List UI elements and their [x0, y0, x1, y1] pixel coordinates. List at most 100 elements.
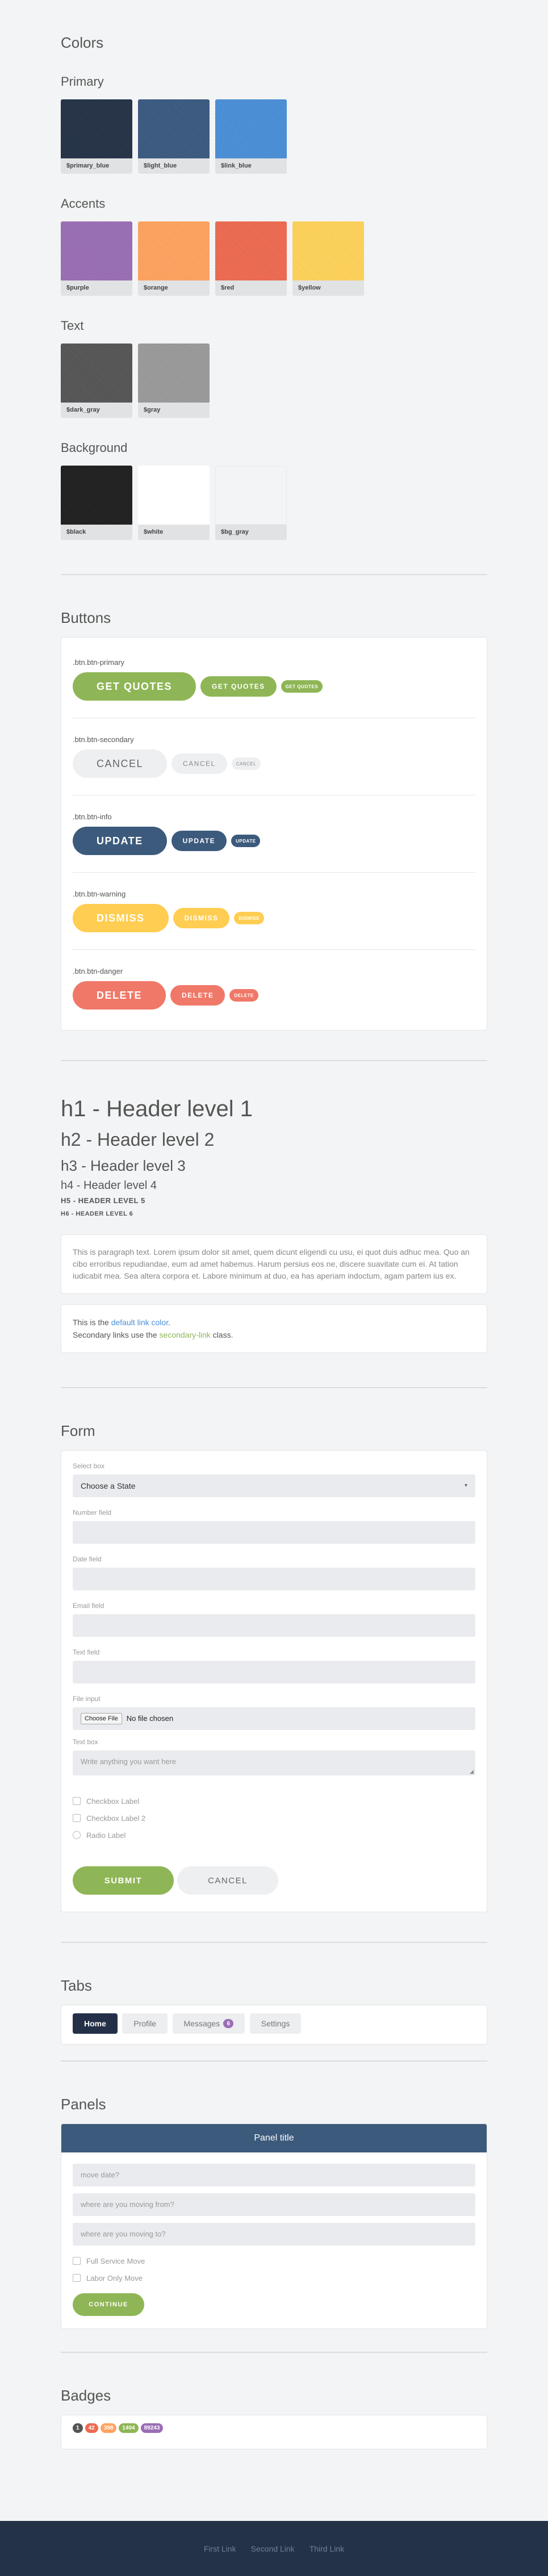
radio-icon[interactable]: [73, 1831, 81, 1839]
tab-messages[interactable]: Messages 6: [172, 2013, 245, 2034]
badge-1404: 1404: [119, 2423, 139, 2433]
badge-1: 1: [73, 2423, 83, 2433]
btn-warning-group: .btn.btn-warning Dismiss Dismiss Dismiss: [73, 873, 475, 950]
swatch-black: $black: [61, 466, 132, 540]
textbox-field[interactable]: Write anything you want here ◢: [73, 1750, 475, 1775]
delete-button-sm[interactable]: Delete: [229, 989, 258, 1002]
badge-398: 398: [100, 2423, 117, 2433]
dismiss-button-md[interactable]: Dismiss: [173, 908, 230, 928]
btn-info-group: .btn.btn-info Update Update Update: [73, 795, 475, 873]
secondary-link[interactable]: secondary-link: [160, 1330, 211, 1339]
footer-link-third[interactable]: Third Link: [309, 2544, 344, 2553]
accent-swatches: $purple $orange $red $yellow: [61, 221, 487, 296]
badge-89243: 89243: [140, 2423, 164, 2433]
divider: [61, 2060, 487, 2062]
checkbox-icon[interactable]: [73, 2257, 81, 2265]
tab-home[interactable]: Home: [73, 2013, 118, 2034]
update-button-md[interactable]: Update: [171, 831, 227, 851]
cancel-button-md[interactable]: Cancel: [171, 753, 227, 774]
footer: First Link Second Link Third Link: [0, 2521, 548, 2576]
get-quotes-button-md[interactable]: Get Quotes: [200, 676, 277, 697]
swatch-light-blue: $light_blue: [138, 99, 210, 174]
checkbox-icon[interactable]: [73, 1797, 81, 1805]
dismiss-button-lg[interactable]: Dismiss: [73, 904, 169, 932]
checkbox-icon[interactable]: [73, 1814, 81, 1822]
email-field[interactable]: [73, 1614, 475, 1637]
file-input[interactable]: Choose File No file chosen: [73, 1707, 475, 1730]
panels-title: Panels: [61, 2096, 106, 2113]
checkbox-group: Checkbox Label Checkbox Label 2 Radio La…: [73, 1792, 475, 1844]
swatch-yellow: $yellow: [292, 221, 364, 296]
checkbox-icon[interactable]: [73, 2274, 81, 2282]
background-swatches: $black $white $bg_gray: [61, 466, 487, 540]
swatch-red: $red: [215, 221, 287, 296]
delete-button-lg[interactable]: Delete: [73, 981, 166, 1010]
delete-button-md[interactable]: Delete: [170, 985, 225, 1006]
btn-warning-caption: .btn.btn-warning: [73, 890, 126, 898]
h3-sample: h3 - Header level 3: [61, 1157, 186, 1174]
swatch-bg-gray: $bg_gray: [215, 466, 287, 540]
move-date-field[interactable]: move date?: [73, 2164, 475, 2187]
update-button-sm[interactable]: Update: [231, 835, 261, 847]
background-title: Background: [61, 441, 128, 455]
cancel-button-lg[interactable]: Cancel: [73, 749, 168, 778]
links-line-2: Secondary links use the secondary-link c…: [73, 1330, 233, 1339]
buttons-card: .btn.btn-primary Get Quotes Get Quotes G…: [61, 637, 487, 1031]
email-label: Email field: [73, 1602, 104, 1610]
messages-count-badge: 6: [223, 2019, 234, 2028]
chevron-down-icon: ▾: [464, 1482, 467, 1489]
choose-file-button[interactable]: Choose File: [81, 1713, 122, 1724]
textbox-label: Text box: [73, 1738, 98, 1746]
tabs-title: Tabs: [61, 1977, 92, 1994]
continue-button[interactable]: Continue: [73, 2293, 144, 2316]
swatch-dark-gray: $dark_gray: [61, 344, 132, 418]
footer-link-first[interactable]: First Link: [204, 2544, 236, 2553]
btn-primary-caption: .btn.btn-primary: [73, 658, 125, 667]
divider: [61, 574, 487, 575]
text-swatches: $dark_gray $gray: [61, 344, 487, 418]
date-label: Date field: [73, 1555, 102, 1563]
paragraph-text: This is paragraph text. Lorem ipsum dolo…: [73, 1247, 470, 1280]
moving-to-field[interactable]: where are you moving to?: [73, 2223, 475, 2246]
checkbox-1[interactable]: Checkbox Label: [73, 1792, 475, 1810]
file-label: File input: [73, 1695, 101, 1703]
primary-title: Primary: [61, 74, 104, 89]
footer-link-second[interactable]: Second Link: [251, 2544, 295, 2553]
divider: [61, 1942, 487, 1943]
btn-primary-group: .btn.btn-primary Get Quotes Get Quotes G…: [73, 638, 475, 718]
submit-button[interactable]: Submit: [73, 1866, 174, 1895]
checkbox-2[interactable]: Checkbox Label 2: [73, 1810, 475, 1827]
h4-sample: h4 - Header level 4: [61, 1179, 157, 1192]
labor-only-checkbox[interactable]: Labor Only Move: [73, 2269, 475, 2286]
moving-from-field[interactable]: where are you moving from?: [73, 2193, 475, 2216]
badges-title: Badges: [61, 2387, 111, 2404]
state-select[interactable]: Choose a State ▾: [73, 1475, 475, 1497]
links-card: This is the default link color. Secondar…: [61, 1304, 487, 1353]
text-field[interactable]: [73, 1661, 475, 1683]
number-field[interactable]: [73, 1521, 475, 1544]
swatch-primary-blue: $primary_blue: [61, 99, 132, 174]
form-cancel-button[interactable]: Cancel: [177, 1866, 278, 1895]
date-field[interactable]: [73, 1568, 475, 1590]
tab-profile[interactable]: Profile: [122, 2013, 168, 2034]
select-label: Select box: [73, 1462, 105, 1470]
get-quotes-button-sm[interactable]: Get Quotes: [281, 680, 323, 693]
dismiss-button-sm[interactable]: Dismiss: [234, 912, 264, 924]
form-card: Select box Choose a State ▾ Number field…: [61, 1450, 487, 1912]
badge-42: 42: [85, 2423, 98, 2433]
get-quotes-button-lg[interactable]: Get Quotes: [73, 672, 196, 701]
swatch-gray: $gray: [138, 344, 210, 418]
tab-settings[interactable]: Settings: [249, 2013, 302, 2034]
form-title: Form: [61, 1422, 95, 1439]
cancel-button-sm[interactable]: Cancel: [231, 757, 261, 770]
radio-1[interactable]: Radio Label: [73, 1827, 475, 1844]
resize-handle-icon[interactable]: ◢: [470, 1769, 474, 1774]
text-colors-title: Text: [61, 319, 84, 333]
update-button-lg[interactable]: Update: [73, 827, 167, 855]
full-service-checkbox[interactable]: Full Service Move: [73, 2252, 475, 2269]
btn-secondary-group: .btn.btn-secondary Cancel Cancel Cancel: [73, 718, 475, 795]
swatch-orange: $orange: [138, 221, 210, 296]
btn-danger-caption: .btn.btn-danger: [73, 967, 123, 975]
default-link[interactable]: default link color: [111, 1318, 168, 1327]
colors-title: Colors: [61, 34, 104, 51]
